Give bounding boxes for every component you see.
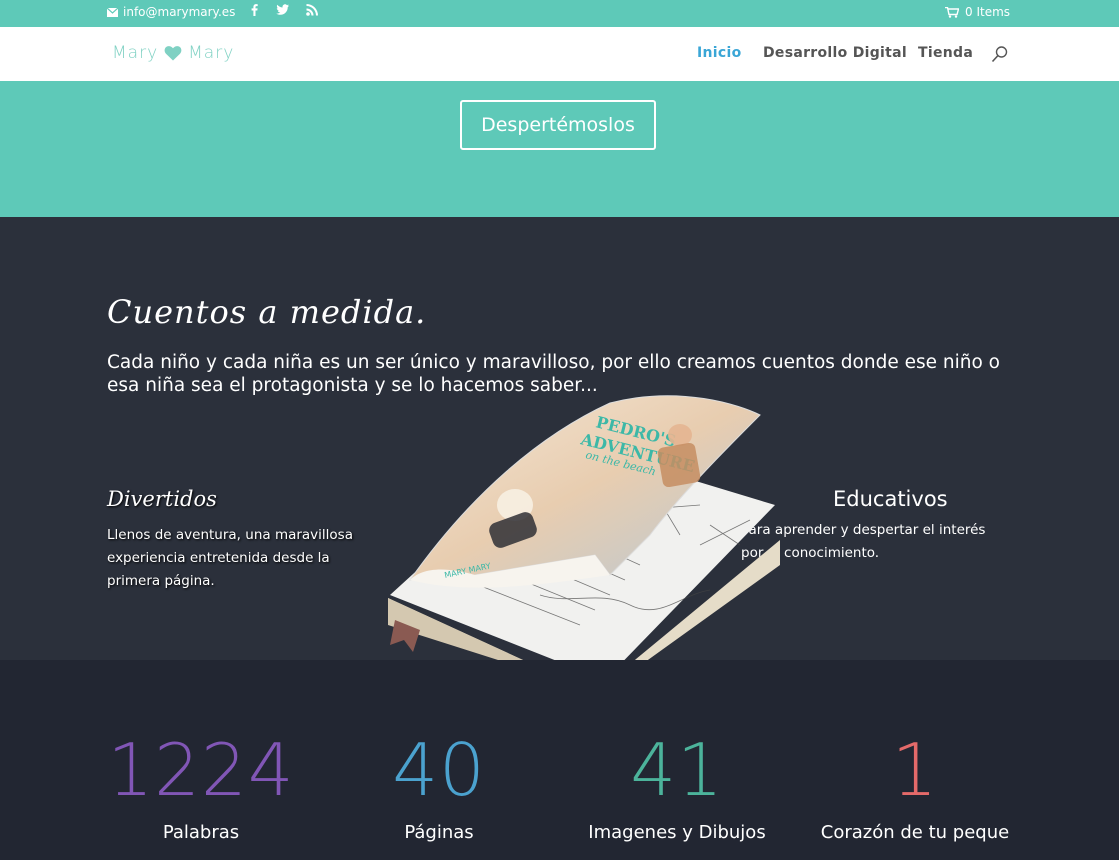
rss-icon[interactable] — [306, 3, 319, 19]
section-lead: Cada niño y cada niña es un ser único y … — [107, 352, 1000, 396]
twitter-icon[interactable] — [276, 3, 289, 19]
feature-title-educativos: Educativos — [833, 487, 948, 511]
heart-icon — [164, 46, 182, 61]
feature-text-educativos: Para aprender y despertar el interés por… — [741, 522, 986, 561]
cart-count: 0 Items — [965, 5, 1011, 19]
feature-title-divertidos: Divertidos — [107, 487, 217, 511]
stat-label: Imagenes y Dibujos — [588, 822, 766, 843]
stat-imagenes: 41 Imagenes y Dibujos — [557, 730, 797, 843]
stat-label: Páginas — [404, 822, 474, 843]
stat-palabras: 1224 Palabras — [81, 730, 321, 843]
stat-paginas: 40 Páginas — [319, 730, 559, 843]
logo-text-left: Mary — [112, 43, 159, 63]
site-logo[interactable]: Mary Mary — [112, 43, 234, 63]
stat-corazon: 1 Corazón de tu peque — [795, 730, 1035, 843]
section-title: Cuentos a medida. — [107, 293, 427, 331]
hero-cta-button[interactable]: Despertémoslos — [460, 100, 656, 150]
main-header: Mary Mary Inicio Desarrollo Digital Tien… — [0, 27, 1119, 81]
nav-tienda[interactable]: Tienda — [918, 45, 973, 61]
email-link[interactable]: info@marymary.es — [107, 5, 235, 19]
book-illustration: PEDRO'S ADVENTURE on the beach MARY MARY — [388, 395, 780, 693]
cart-link[interactable]: 0 Items — [945, 5, 1010, 19]
search-icon[interactable] — [991, 45, 1009, 63]
stat-label: Palabras — [162, 822, 240, 843]
nav-desarrollo-digital[interactable]: Desarrollo Digital — [763, 45, 907, 61]
envelope-icon — [107, 7, 118, 17]
stats-section: 1224 Palabras 40 Páginas 41 Imagenes y D… — [0, 660, 1119, 860]
facebook-icon[interactable] — [248, 3, 261, 19]
stat-number: 41 — [630, 728, 724, 812]
feature-text-divertidos: Llenos de aventura, una maravillosa expe… — [107, 527, 353, 589]
stat-label: Corazón de tu peque — [820, 822, 1010, 843]
nav-inicio[interactable]: Inicio — [697, 45, 742, 61]
cart-icon — [945, 6, 959, 18]
stat-number: 1224 — [107, 728, 295, 812]
stat-number: 1 — [891, 728, 939, 812]
logo-text-right: Mary — [188, 43, 235, 63]
email-text: info@marymary.es — [123, 5, 236, 19]
top-bar: info@marymary.es 0 Items — [0, 0, 1119, 27]
stat-number: 40 — [392, 728, 486, 812]
hero-section: Despertémoslos — [0, 81, 1119, 217]
